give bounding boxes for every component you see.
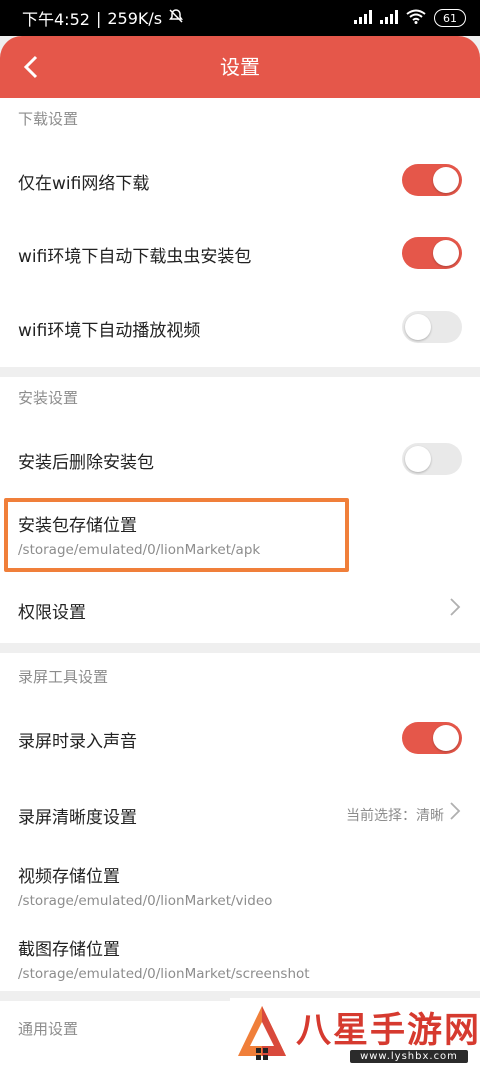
delete-after-install-label: 安装后删除安装包 bbox=[18, 453, 154, 473]
status-bar: 下午4:52 | 259K/s 61 bbox=[0, 0, 480, 36]
delete-after-install-toggle[interactable] bbox=[402, 443, 462, 475]
section-title-recording: 录屏工具设置 bbox=[18, 668, 109, 686]
section-title-install: 安装设置 bbox=[18, 389, 79, 407]
permission-settings-label: 权限设置 bbox=[18, 603, 86, 623]
recording-clarity-row[interactable]: 录屏清晰度设置 当前选择：清晰 bbox=[0, 787, 480, 837]
video-storage-path: /storage/emulated/0/lionMarket/video bbox=[18, 893, 273, 909]
recording-clarity-label: 录屏清晰度设置 bbox=[18, 808, 137, 828]
site-logo bbox=[238, 1006, 286, 1060]
recording-clarity-current: 当前选择：清晰 bbox=[346, 808, 444, 824]
record-audio-toggle[interactable] bbox=[402, 722, 462, 754]
mute-icon bbox=[168, 8, 184, 28]
wifi-only-download-label: 仅在wifi网络下载 bbox=[18, 174, 150, 194]
wifi-only-download-toggle[interactable] bbox=[402, 164, 462, 196]
toggle-knob bbox=[433, 725, 459, 751]
screenshot-storage-path: /storage/emulated/0/lionMarket/screensho… bbox=[18, 966, 310, 982]
section-title-general: 通用设置 bbox=[18, 1020, 79, 1038]
signal-icon-2 bbox=[380, 9, 398, 28]
page-title: 设置 bbox=[220, 55, 260, 79]
watermark-url: www.lyshbx.com bbox=[350, 1050, 468, 1063]
highlight-box bbox=[4, 498, 349, 572]
toggle-knob bbox=[405, 314, 431, 340]
auto-play-video-label: wifi环境下自动播放视频 bbox=[18, 321, 201, 341]
recording-settings-section: 录屏工具设置 录屏时录入声音 录屏清晰度设置 当前选择：清晰 视频存储位置 /s… bbox=[0, 653, 480, 991]
chevron-right-icon bbox=[450, 802, 461, 820]
chevron-right-icon bbox=[450, 598, 461, 616]
watermark-text: 八星手游网 bbox=[296, 1010, 480, 1051]
status-net-speed: 259K/s bbox=[107, 8, 163, 28]
wifi-icon bbox=[406, 9, 426, 28]
settings-screen: 下午4:52 | 259K/s 61 设置 下载设置 仅在wifi网络下载 wi… bbox=[0, 0, 480, 1067]
site-watermark: 八星手游网 www.lyshbx.com bbox=[230, 998, 480, 1067]
status-divider: | bbox=[95, 8, 102, 28]
status-time: 下午4:52 bbox=[22, 10, 90, 29]
signal-icon bbox=[354, 9, 372, 28]
section-title-download: 下载设置 bbox=[18, 110, 79, 128]
download-settings-section: 下载设置 仅在wifi网络下载 wifi环境下自动下载虫虫安装包 wifi环境下… bbox=[0, 98, 480, 367]
video-storage-row[interactable]: 视频存储位置 /storage/emulated/0/lionMarket/vi… bbox=[0, 853, 480, 919]
auto-play-video-toggle[interactable] bbox=[402, 311, 462, 343]
video-storage-label: 视频存储位置 bbox=[18, 867, 120, 887]
battery-icon: 61 bbox=[434, 9, 466, 27]
toggle-knob bbox=[433, 167, 459, 193]
toggle-knob bbox=[405, 446, 431, 472]
auto-download-label: wifi环境下自动下载虫虫安装包 bbox=[18, 247, 252, 267]
record-audio-label: 录屏时录入声音 bbox=[18, 732, 137, 752]
toggle-knob bbox=[433, 240, 459, 266]
permission-settings-row[interactable]: 权限设置 bbox=[0, 582, 480, 632]
screenshot-storage-row[interactable]: 截图存储位置 /storage/emulated/0/lionMarket/sc… bbox=[0, 925, 480, 991]
auto-download-toggle[interactable] bbox=[402, 237, 462, 269]
screenshot-storage-label: 截图存储位置 bbox=[18, 940, 120, 960]
app-header: 设置 bbox=[0, 36, 480, 98]
